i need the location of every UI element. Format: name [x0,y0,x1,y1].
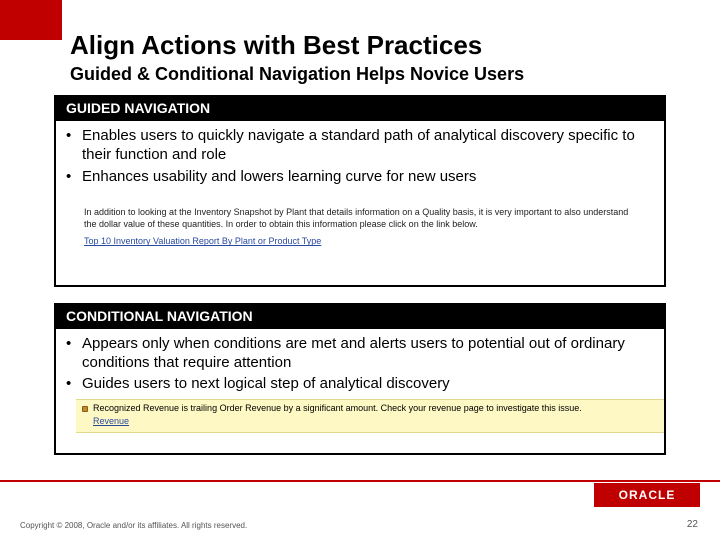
page-title: Align Actions with Best Practices [70,30,482,61]
note-text: In addition to looking at the Inventory … [84,207,628,229]
alert-icon [82,406,88,412]
brand-accent-block [0,0,62,40]
alert-banner: Recognized Revenue is trailing Order Rev… [76,399,666,433]
footer-divider [0,480,720,482]
list-item: •Appears only when conditions are met an… [66,335,652,373]
bullet-text: Enables users to quickly navigate a stan… [82,127,652,165]
alert-text-block: Recognized Revenue is trailing Order Rev… [93,403,659,427]
page-number: 22 [687,519,698,530]
bullet-text: Appears only when conditions are met and… [82,335,652,373]
bullet-text: Enhances usability and lowers learning c… [82,168,476,187]
inventory-report-link[interactable]: Top 10 Inventory Valuation Report By Pla… [84,236,321,248]
list-item: •Guides users to next logical step of an… [66,375,652,394]
page-subtitle: Guided & Conditional Navigation Helps No… [70,64,524,85]
slide: Align Actions with Best Practices Guided… [0,0,720,540]
conditional-panel: CONDITIONAL NAVIGATION •Appears only whe… [54,303,666,455]
guided-note: In addition to looking at the Inventory … [84,207,642,248]
conditional-bullets: •Appears only when conditions are met an… [66,335,652,395]
guided-bullets: •Enables users to quickly navigate a sta… [66,127,652,189]
guided-panel-header: GUIDED NAVIGATION [54,95,666,121]
alert-message: Recognized Revenue is trailing Order Rev… [93,403,582,413]
copyright-text: Copyright © 2008, Oracle and/or its affi… [20,521,247,530]
conditional-panel-header: CONDITIONAL NAVIGATION [54,303,666,329]
revenue-link[interactable]: Revenue [93,416,129,427]
guided-panel: GUIDED NAVIGATION •Enables users to quic… [54,95,666,287]
oracle-logo: ORACLE [594,483,700,507]
list-item: •Enables users to quickly navigate a sta… [66,127,652,165]
list-item: •Enhances usability and lowers learning … [66,168,652,187]
bullet-text: Guides users to next logical step of ana… [82,375,450,394]
oracle-wordmark: ORACLE [619,488,676,502]
